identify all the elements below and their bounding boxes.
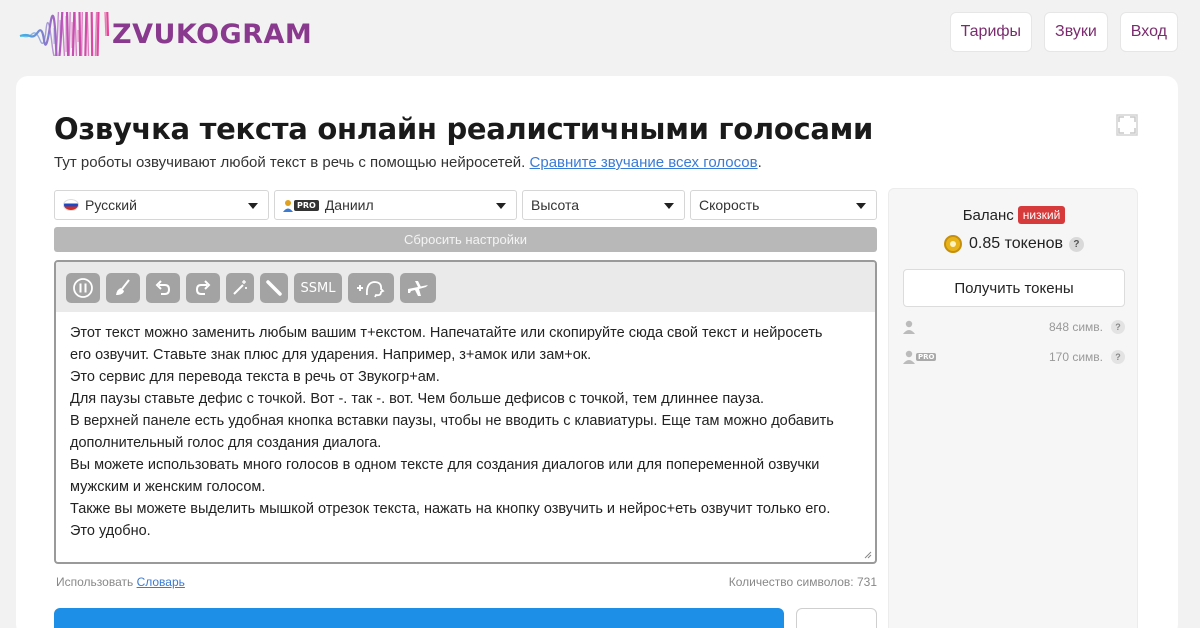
pencil-button[interactable]	[260, 273, 288, 303]
voice-select[interactable]: PRO Даниил	[274, 190, 517, 220]
editor-line: его озвучит. Ставьте знак плюс для ударе…	[70, 347, 592, 363]
redo-button[interactable]	[186, 273, 220, 303]
dictionary-link[interactable]: Словарь	[137, 575, 185, 589]
user-icon	[903, 320, 915, 334]
pro-badge: PRO	[294, 199, 319, 211]
help-icon[interactable]: ?	[1111, 320, 1125, 334]
subtitle-text: Тут роботы озвучивают любой текст в речь…	[54, 154, 526, 171]
user-icon	[283, 199, 293, 212]
logo[interactable]: ZVUKOGRAM	[18, 12, 312, 56]
resize-handle-icon[interactable]	[864, 551, 872, 559]
help-icon[interactable]: ?	[1068, 236, 1084, 252]
main-card: Озвучка текста онлайн реалистичными голо…	[16, 76, 1178, 628]
editor-line: Для паузы ставьте дефис с точкой. Вот -.…	[70, 391, 765, 407]
dictionary-row: Использовать Словарь	[56, 575, 185, 589]
editor-line: дополнительный голос для создания диалог…	[70, 435, 382, 451]
symbols-row-pro: PRO 170 симв. ?	[903, 345, 1125, 369]
redo-icon	[195, 280, 211, 295]
char-count: Количество символов: 731	[728, 575, 877, 589]
undo-icon	[155, 280, 171, 295]
magic-wand-icon	[233, 280, 247, 295]
editor-line: мужским и женским голосом.	[70, 479, 266, 495]
fullscreen-icon[interactable]	[1116, 114, 1138, 136]
symbols-value: 848 симв.	[1048, 320, 1103, 334]
user-icon	[903, 350, 915, 364]
language-select-value: Русский	[85, 197, 137, 213]
soundwave-logo-icon	[19, 12, 110, 56]
language-select[interactable]: Русский	[54, 190, 269, 220]
editor-line: Это сервис для перевода текста в речь от…	[70, 369, 440, 385]
broom-icon	[116, 279, 130, 295]
top-nav: Тарифы Звуки Вход	[949, 12, 1178, 52]
help-icon[interactable]: ?	[1111, 350, 1125, 364]
undo-button[interactable]	[146, 273, 180, 303]
pitch-select-value: Высота	[531, 197, 580, 213]
nav-login-button[interactable]: Вход	[1119, 12, 1178, 52]
pause-button[interactable]	[66, 273, 100, 303]
logo-text: ZVUKOGRAM	[112, 18, 313, 50]
tokens-value: 0.85 токенов	[969, 235, 1063, 252]
editor-content[interactable]: Этот текст можно заменить любым вашим т+…	[70, 322, 865, 542]
compare-voices-link[interactable]: Сравните звучание всех голосов	[530, 154, 758, 171]
ssml-label: SSML	[300, 280, 336, 296]
coin-icon	[944, 235, 963, 253]
voice-select-value: Даниил	[324, 197, 374, 213]
balance-panel: Баланс низкий 0.85 токенов ? Получить ток…	[888, 188, 1138, 628]
chevron-down-icon	[664, 203, 674, 209]
header: ZVUKOGRAM Тарифы Звуки Вход	[0, 0, 1200, 70]
editor-toolbar: SSML	[56, 262, 875, 312]
nav-pricing-button[interactable]: Тарифы	[949, 12, 1033, 52]
balance-row: Баланс низкий	[889, 206, 1139, 224]
ssml-button[interactable]: SSML	[294, 273, 342, 303]
add-voice-icon	[357, 281, 385, 298]
chevron-down-icon	[496, 203, 506, 209]
add-voice-button[interactable]	[348, 273, 394, 303]
chevron-down-icon	[248, 203, 258, 209]
secondary-action-button[interactable]	[796, 608, 877, 628]
clear-text-button[interactable]	[106, 273, 140, 303]
airplane-icon	[408, 281, 428, 296]
symbols-row-standard: 848 симв. ?	[903, 315, 1125, 339]
text-editor[interactable]: SSML Этот текст можно заменить любым ваш…	[54, 260, 877, 564]
editor-line: В верхней панеле есть удобная кнопка вст…	[70, 413, 834, 429]
subtitle-end: .	[757, 154, 762, 171]
pause-icon	[73, 278, 93, 298]
tokens-row: 0.85 токенов ?	[889, 235, 1139, 253]
russia-flag-icon	[63, 199, 79, 211]
speed-select-value: Скорость	[699, 197, 760, 213]
editor-line: Этот текст можно заменить любым вашим т+…	[70, 325, 823, 341]
synthesize-button[interactable]	[54, 608, 784, 628]
page-title: Озвучка текста онлайн реалистичными голо…	[54, 112, 874, 146]
get-tokens-button[interactable]: Получить токены	[903, 269, 1125, 307]
pitch-select[interactable]: Высота	[522, 190, 685, 220]
editor-line: Также вы можете выделить мышкой отрезок …	[70, 501, 831, 517]
use-label: Использовать	[56, 575, 134, 589]
speed-select[interactable]: Скорость	[690, 190, 877, 220]
magic-button[interactable]	[226, 273, 254, 303]
page-subtitle: Тут роботы озвучивают любой текст в речь…	[54, 154, 762, 171]
balance-status-badge: низкий	[1017, 206, 1066, 224]
nav-sounds-button[interactable]: Звуки	[1044, 12, 1108, 52]
chevron-down-icon	[856, 203, 866, 209]
editor-line: Вы можете использовать много голосов в о…	[70, 457, 820, 473]
reset-settings-button[interactable]: Сбросить настройки	[54, 227, 877, 252]
balance-label: Баланс	[962, 207, 1014, 224]
airplane-button[interactable]	[400, 273, 436, 303]
editor-line: Это удобно.	[70, 523, 151, 539]
pencil-icon	[266, 280, 282, 296]
pro-badge: PRO	[916, 353, 937, 361]
symbols-value: 170 симв.	[1048, 350, 1103, 364]
